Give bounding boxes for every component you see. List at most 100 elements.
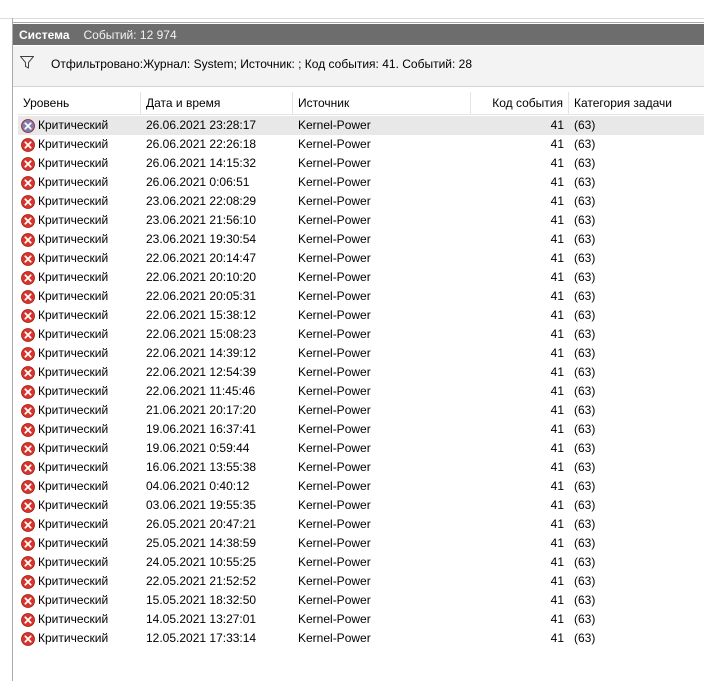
cell-level: Критический xyxy=(18,610,141,629)
level-text: Критический xyxy=(38,441,109,455)
table-row[interactable]: Критический 26.05.2021 20:47:21 Kernel-Pow… xyxy=(18,515,704,534)
error-icon xyxy=(21,498,35,513)
cell-source: Kernel-Power xyxy=(298,251,371,265)
log-title-bar: Система Событий: 12 974 xyxy=(13,24,704,45)
column-header-level[interactable]: Уровень xyxy=(18,92,141,114)
cell-task-category: (63) xyxy=(574,118,596,132)
event-count: Событий: 12 974 xyxy=(83,27,177,42)
cell-event-code: 41 xyxy=(550,460,564,474)
table-row[interactable]: Критический 19.06.2021 16:37:41 Kernel-Pow… xyxy=(18,420,704,439)
column-header-task-category[interactable]: Категория задачи xyxy=(569,92,704,114)
cell-task-category: (63) xyxy=(574,137,596,151)
table-row[interactable]: Критический 15.05.2021 18:32:50 Kernel-Pow… xyxy=(18,591,704,610)
cell-task-category: (63) xyxy=(574,251,596,265)
table-row[interactable]: Критический 26.06.2021 23:28:17 Kernel-Pow… xyxy=(18,116,704,135)
table-row[interactable]: Критический 21.06.2021 20:17:20 Kernel-Pow… xyxy=(18,401,704,420)
error-icon xyxy=(21,251,35,266)
cell-source: Kernel-Power xyxy=(298,232,371,246)
cell-event-code: 41 xyxy=(550,289,564,303)
table-row[interactable]: Критический 04.06.2021 0:40:12 Kernel-Powe… xyxy=(18,477,704,496)
error-icon xyxy=(21,289,35,304)
column-header-source[interactable]: Источник xyxy=(293,92,471,114)
error-icon xyxy=(21,118,35,133)
table-row[interactable]: Критический 14.05.2021 13:27:01 Kernel-Pow… xyxy=(18,610,704,629)
cell-event-code: 41 xyxy=(550,384,564,398)
cell-source: Kernel-Power xyxy=(298,479,371,493)
cell-event-code: 41 xyxy=(550,498,564,512)
cell-task-category: (63) xyxy=(574,574,596,588)
cell-source: Kernel-Power xyxy=(298,194,371,208)
level-text: Критический xyxy=(38,232,109,246)
error-icon xyxy=(21,213,35,228)
cell-level: Критический xyxy=(18,287,141,306)
table-row[interactable]: Критический 12.05.2021 17:33:14 Kernel-Pow… xyxy=(18,629,704,648)
level-text: Критический xyxy=(38,593,109,607)
table-row[interactable]: Критический 23.06.2021 19:30:54 Kernel-Pow… xyxy=(18,230,704,249)
cell-task-category: (63) xyxy=(574,441,596,455)
column-header-datetime[interactable]: Дата и время xyxy=(141,92,293,114)
cell-level: Критический xyxy=(18,230,141,249)
cell-level: Критический xyxy=(18,458,141,477)
cell-datetime: 23.06.2021 19:30:54 xyxy=(146,232,257,246)
table-row[interactable]: Критический 24.05.2021 10:55:25 Kernel-Pow… xyxy=(18,553,704,572)
error-icon xyxy=(21,479,35,494)
cell-event-code: 41 xyxy=(550,593,564,607)
cell-event-code: 41 xyxy=(550,327,564,341)
cell-level: Критический xyxy=(18,572,141,591)
cell-datetime: 22.06.2021 14:39:12 xyxy=(146,346,257,360)
table-row[interactable]: Критический 16.06.2021 13:55:38 Kernel-Pow… xyxy=(18,458,704,477)
level-text: Критический xyxy=(38,346,109,360)
cell-datetime: 23.06.2021 21:56:10 xyxy=(146,213,257,227)
table-row[interactable]: Критический 22.06.2021 15:08:23 Kernel-Pow… xyxy=(18,325,704,344)
cell-event-code: 41 xyxy=(550,631,564,645)
error-icon xyxy=(21,441,35,456)
cell-task-category: (63) xyxy=(574,498,596,512)
cell-level: Критический xyxy=(18,249,141,268)
cell-level: Критический xyxy=(18,534,141,553)
cell-task-category: (63) xyxy=(574,403,596,417)
table-row[interactable]: Критический 22.06.2021 20:10:20 Kernel-Pow… xyxy=(18,268,704,287)
error-icon xyxy=(21,194,35,209)
error-icon xyxy=(21,308,35,323)
table-row[interactable]: Критический 26.06.2021 0:06:51 Kernel-Powe… xyxy=(18,173,704,192)
level-text: Критический xyxy=(38,289,109,303)
cell-task-category: (63) xyxy=(574,479,596,493)
cell-datetime: 22.06.2021 15:38:12 xyxy=(146,308,257,322)
level-text: Критический xyxy=(38,194,109,208)
table-row[interactable]: Критический 22.06.2021 12:54:39 Kernel-Pow… xyxy=(18,363,704,382)
cell-level: Критический xyxy=(18,477,141,496)
table-row[interactable]: Критический 23.06.2021 22:08:29 Kernel-Pow… xyxy=(18,192,704,211)
table-row[interactable]: Критический 22.06.2021 15:38:12 Kernel-Pow… xyxy=(18,306,704,325)
cell-source: Kernel-Power xyxy=(298,422,371,436)
cell-datetime: 22.06.2021 11:45:46 xyxy=(146,384,256,398)
cell-datetime: 22.06.2021 20:10:20 xyxy=(146,270,257,284)
error-icon xyxy=(21,327,35,342)
cell-source: Kernel-Power xyxy=(298,593,371,607)
cell-datetime: 04.06.2021 0:40:12 xyxy=(146,479,250,493)
table-row[interactable]: Критический 26.06.2021 14:15:32 Kernel-Pow… xyxy=(18,154,704,173)
table-row[interactable]: Критический 23.06.2021 21:56:10 Kernel-Pow… xyxy=(18,211,704,230)
cell-datetime: 26.06.2021 23:28:17 xyxy=(146,118,257,132)
table-row[interactable]: Критический 03.06.2021 19:55:35 Kernel-Pow… xyxy=(18,496,704,515)
cell-level: Критический xyxy=(18,173,141,192)
table-row[interactable]: Критический 22.06.2021 14:39:12 Kernel-Pow… xyxy=(18,344,704,363)
cell-level: Критический xyxy=(18,344,141,363)
cell-event-code: 41 xyxy=(550,175,564,189)
table-row[interactable]: Критический 19.06.2021 0:59:44 Kernel-Powe… xyxy=(18,439,704,458)
table-row[interactable]: Критический 22.06.2021 20:05:31 Kernel-Pow… xyxy=(18,287,704,306)
cell-event-code: 41 xyxy=(550,365,564,379)
cell-level: Критический xyxy=(18,325,141,344)
cell-datetime: 16.06.2021 13:55:38 xyxy=(146,460,257,474)
level-text: Критический xyxy=(38,422,109,436)
cell-event-code: 41 xyxy=(550,441,564,455)
table-row[interactable]: Критический 25.05.2021 14:38:59 Kernel-Pow… xyxy=(18,534,704,553)
cell-datetime: 26.06.2021 22:26:18 xyxy=(146,137,257,151)
error-icon xyxy=(21,232,35,247)
column-header-event-code[interactable]: Код события xyxy=(471,92,569,114)
table-row[interactable]: Критический 22.06.2021 20:14:47 Kernel-Pow… xyxy=(18,249,704,268)
cell-source: Kernel-Power xyxy=(298,327,371,341)
error-icon xyxy=(21,517,35,532)
table-row[interactable]: Критический 22.06.2021 11:45:46 Kernel-Pow… xyxy=(18,382,704,401)
table-row[interactable]: Критический 26.06.2021 22:26:18 Kernel-Pow… xyxy=(18,135,704,154)
table-row[interactable]: Критический 22.05.2021 21:52:52 Kernel-Pow… xyxy=(18,572,704,591)
